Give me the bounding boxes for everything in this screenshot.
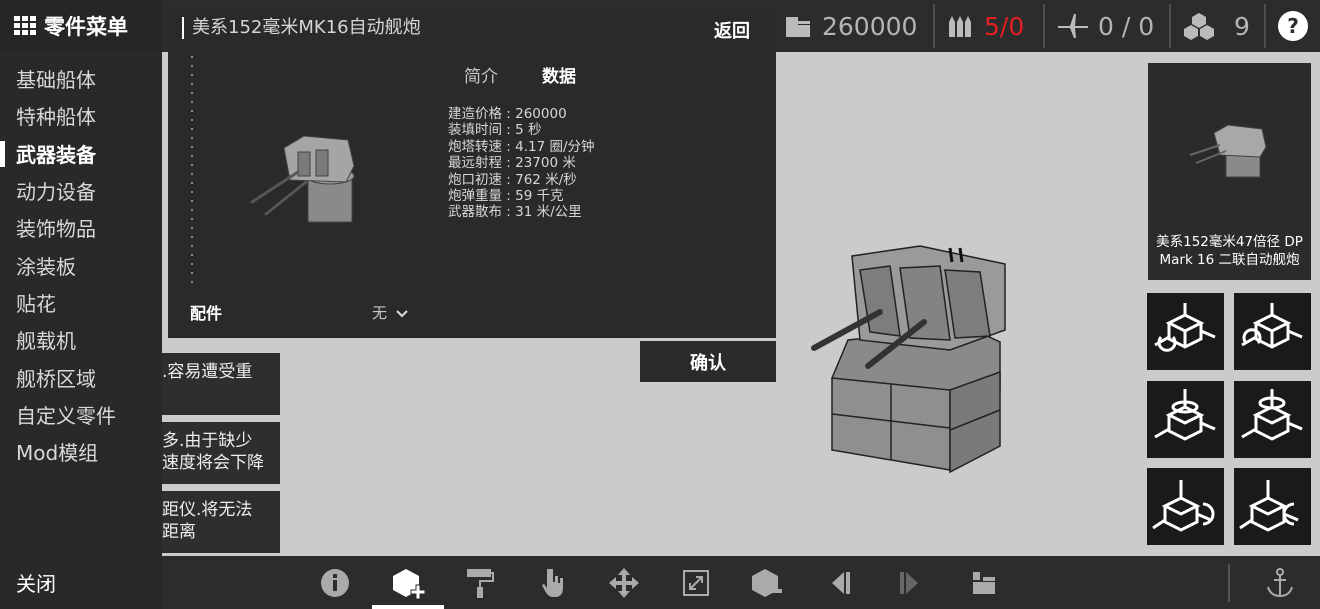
accessories-dropdown[interactable]: 无 — [372, 302, 408, 323]
move-arrows-icon — [609, 567, 639, 598]
menu-item-decorations[interactable]: 装饰物品 — [0, 209, 162, 246]
stat-velocity: 炮口初速 : 762 米/秒 — [448, 171, 577, 188]
part-thumbnail — [1189, 124, 1267, 178]
money-stat: 260000 — [784, 0, 917, 52]
menu-item-weapons[interactable]: 武器装备 — [0, 135, 162, 172]
cubes-icon — [1184, 13, 1214, 40]
rotate-x-cw-button[interactable] — [1234, 293, 1311, 370]
select-touch-button[interactable] — [528, 556, 580, 609]
part-card-name: 美系152毫米47倍径 DP Mark 16 二联自动舰炮 — [1156, 234, 1303, 268]
menu-item-mods[interactable]: Mod模组 — [0, 433, 162, 470]
part-description-item[interactable]: 距仪.将无法 距离 — [162, 491, 280, 553]
shells-icon — [949, 16, 971, 37]
turret-3d-model[interactable] — [800, 240, 1040, 480]
parts-value: 9 — [1234, 11, 1250, 41]
stat-traverse: 炮塔转速 : 4.17 圈/分钟 — [448, 138, 595, 155]
selected-part-card[interactable]: 美系152毫米47倍径 DP Mark 16 二联自动舰炮 — [1148, 63, 1311, 280]
divider — [1228, 564, 1230, 602]
close-button[interactable]: 关闭 — [16, 568, 56, 597]
coins-icon — [786, 17, 810, 37]
part-description-item[interactable]: .容易遭受重 — [162, 353, 280, 415]
rotate-y-ccw-button[interactable] — [1147, 381, 1224, 458]
menu-item-aircraft[interactable]: 舰载机 — [0, 321, 162, 358]
menu-item-basic-hull[interactable]: 基础船体 — [0, 60, 162, 97]
remove-part-button[interactable] — [740, 556, 792, 609]
part-title: 美系152毫米MK16自动舰炮 — [182, 17, 421, 39]
parts-menu-sidebar: 零件菜单 基础船体 特种船体 武器装备 动力设备 装饰物品 涂装板 贴花 舰载机… — [0, 0, 162, 609]
step-forward-icon — [900, 571, 918, 594]
building-blocks-icon — [973, 571, 995, 594]
parts-stat: 9 — [1182, 0, 1250, 52]
menu-item-bridge[interactable]: 舰桥区域 — [0, 358, 162, 395]
rotate-x-ccw-button[interactable] — [1147, 293, 1224, 370]
rotate-axis-icon — [1241, 303, 1303, 349]
divider — [1264, 4, 1266, 48]
chevron-down-icon — [396, 310, 408, 318]
menu-item-decals[interactable]: 贴花 — [0, 284, 162, 321]
rotate-axis-icon — [1239, 480, 1299, 532]
paint-roller-icon — [467, 568, 494, 598]
stats-list: 建造价格 : 260000 装填时间 : 5 秒 炮塔转速 : 4.17 圈/分… — [448, 106, 595, 221]
back-button[interactable]: 返回 — [714, 17, 750, 43]
bottom-toolbar — [162, 556, 1320, 609]
stat-cost: 建造价格 : 260000 — [448, 106, 567, 122]
add-cube-icon — [393, 568, 426, 599]
cube-remove-icon — [752, 568, 782, 597]
tab-intro[interactable]: 简介 — [464, 62, 498, 87]
stat-range: 最远射程 : 23700 米 — [448, 155, 576, 172]
info-button[interactable] — [309, 556, 361, 609]
rotate-z-cw-button[interactable] — [1234, 468, 1311, 545]
money-value: 260000 — [822, 11, 918, 41]
info-icon — [321, 568, 349, 597]
grid-menu-icon — [14, 16, 36, 35]
part-description-item[interactable]: 多.由于缺少 速度将会下降 — [162, 422, 280, 484]
menu-item-power[interactable]: 动力设备 — [0, 172, 162, 209]
aircraft-stat: 0 / 0 — [1056, 0, 1154, 52]
anchor-icon — [1267, 567, 1293, 597]
accessories-label: 配件 — [190, 304, 223, 323]
add-part-button[interactable] — [382, 556, 434, 609]
step-back-icon — [832, 571, 850, 594]
menu-item-special-hull[interactable]: 特种船体 — [0, 97, 162, 134]
rotate-axis-icon — [1154, 389, 1216, 441]
rotate-y-cw-button[interactable] — [1234, 381, 1311, 458]
stat-reload: 装填时间 : 5 秒 — [448, 122, 542, 139]
dotted-divider — [191, 56, 193, 288]
active-tool-indicator — [372, 605, 444, 609]
divider — [933, 4, 935, 48]
ammo-value: 5/0 — [984, 11, 1025, 41]
menu-item-paint[interactable]: 涂装板 — [0, 246, 162, 283]
turret-preview-image — [250, 135, 355, 223]
tab-data[interactable]: 数据 — [542, 62, 576, 87]
stat-shell-weight: 炮弹重量 : 59 千克 — [448, 188, 564, 205]
stat-dispersion: 武器散布 : 31 米/公里 — [448, 204, 582, 221]
help-button[interactable]: ? — [1278, 11, 1308, 41]
aircraft-value: 0 / 0 — [1098, 11, 1155, 41]
menu-header[interactable]: 零件菜单 — [0, 0, 162, 52]
next-button[interactable] — [884, 556, 936, 609]
divider — [1169, 4, 1171, 48]
part-detail-panel: 美系152毫米MK16自动舰炮 返回 简介 数据 建造价格 : 260000 装… — [168, 8, 776, 338]
scale-icon — [683, 569, 709, 596]
confirm-button[interactable]: 确认 — [640, 341, 776, 382]
scale-button[interactable] — [670, 556, 722, 609]
layers-button[interactable] — [958, 556, 1010, 609]
menu-item-custom-parts[interactable]: 自定义零件 — [0, 396, 162, 433]
move-button[interactable] — [598, 556, 650, 609]
divider — [1043, 4, 1045, 48]
menu-list: 基础船体 特种船体 武器装备 动力设备 装饰物品 涂装板 贴花 舰载机 舰桥区域… — [0, 60, 162, 470]
hand-pointer-icon — [542, 568, 563, 597]
rotate-axis-icon — [1152, 480, 1215, 532]
ammo-stat: 5/0 — [946, 0, 1024, 52]
rotate-z-ccw-button[interactable] — [1147, 468, 1224, 545]
rotate-axis-icon — [1241, 389, 1303, 441]
rotate-axis-icon — [1154, 303, 1216, 352]
menu-title: 零件菜单 — [44, 15, 128, 39]
anchor-button[interactable] — [1254, 556, 1306, 609]
airplane-icon — [1058, 14, 1088, 38]
previous-button[interactable] — [814, 556, 866, 609]
paint-roller-button[interactable] — [454, 556, 506, 609]
